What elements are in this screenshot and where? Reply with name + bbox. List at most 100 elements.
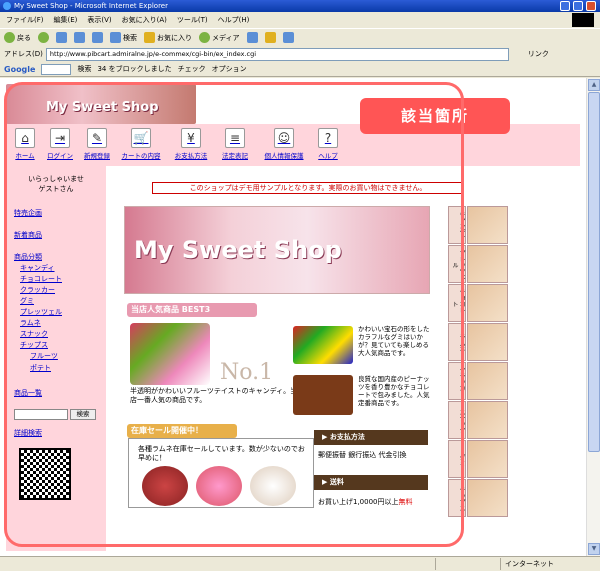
subcategory-fruits[interactable]: フルーツ <box>30 351 58 361</box>
best3-image[interactable] <box>293 375 353 415</box>
scroll-thumb[interactable] <box>588 92 600 452</box>
subcategory-potato[interactable]: ポテト <box>30 363 51 373</box>
category-snack[interactable]: スナック <box>20 329 48 339</box>
privacy-icon: ☺ <box>274 128 294 148</box>
nav-legal[interactable]: ≡ 法定表記 <box>218 128 252 166</box>
menu-help[interactable]: ヘルプ(H) <box>218 15 250 25</box>
side-image-cracker[interactable] <box>467 362 508 400</box>
nav-cart[interactable]: 🛒 カートの内容 <box>118 128 164 166</box>
sidebar-categories-title[interactable]: 商品分類 <box>14 252 42 262</box>
login-icon: ⇥ <box>50 128 70 148</box>
stop-button[interactable] <box>56 32 67 43</box>
sale-heading: 在庫セール開催中！ <box>127 424 237 438</box>
menu-edit[interactable]: 編集(E) <box>54 15 78 25</box>
back-arrow-icon <box>4 32 15 43</box>
vertical-scrollbar[interactable]: ▲ ▼ <box>586 78 600 556</box>
category-gummy[interactable]: グミ <box>20 296 34 306</box>
sidebar-advanced-search[interactable]: 詳細検索 <box>14 428 42 438</box>
free-shipping-label: 無料 <box>398 498 413 506</box>
nav-login[interactable]: ⇥ ログイン <box>44 128 76 166</box>
category-cracker[interactable]: クラッカー <box>20 285 55 295</box>
menu-file[interactable]: ファイル(F) <box>6 15 44 25</box>
home-button[interactable] <box>92 32 103 43</box>
popup-blocked-count[interactable]: 34 をブロックしました <box>97 64 171 74</box>
shop-logo[interactable]: My Sweet Shop <box>46 100 159 115</box>
side-image-ramune[interactable] <box>467 323 508 361</box>
best1-description: 半透明がかわいいフルーツテイストのキャンディ。当店一番人気の商品です。 <box>130 387 298 404</box>
nav-register[interactable]: ✎ 新規登録 <box>80 128 114 166</box>
sidebar-search-input[interactable] <box>14 409 68 420</box>
google-logo[interactable]: Google <box>4 65 35 74</box>
category-ramune[interactable]: ラムネ <box>20 318 41 328</box>
menu-tools[interactable]: ツール(T) <box>177 15 208 25</box>
forward-arrow-icon <box>38 32 49 43</box>
scroll-up-button[interactable]: ▲ <box>588 79 600 91</box>
legal-icon: ≡ <box>225 128 245 148</box>
favorites-button[interactable]: お気に入り <box>144 32 192 43</box>
side-tab-cracker[interactable]: クラッカー <box>448 362 466 400</box>
history-icon <box>246 32 258 43</box>
print-button[interactable] <box>282 32 294 43</box>
side-image-gummy[interactable] <box>467 440 508 478</box>
side-image-pretzel[interactable] <box>467 245 508 283</box>
best2-description: かわいい宝石の形をしたカラフルなグミはいかが？見ていても楽しめる大人気商品です。 <box>358 325 430 357</box>
security-zone: インターネット <box>505 560 554 568</box>
side-tab-chocolate[interactable]: チョコレート <box>448 284 466 322</box>
demo-notice: このショップはデモ用サンプルとなります。実際のお買い物はできません。 <box>152 182 464 194</box>
category-pretzel[interactable]: プレッツェル <box>20 307 62 317</box>
options-button[interactable]: オプション <box>212 64 247 74</box>
side-image-candy[interactable] <box>467 206 508 244</box>
minimize-button[interactable] <box>560 1 570 11</box>
sidebar-new-items[interactable]: 新着商品 <box>14 230 42 240</box>
qr-code <box>19 448 71 500</box>
media-button[interactable]: メディア <box>199 32 240 43</box>
sale-image-1[interactable] <box>142 466 188 506</box>
side-tab-ramune[interactable]: ラムネ <box>448 323 466 361</box>
side-tab-snack[interactable]: スナック <box>448 401 466 439</box>
address-input[interactable]: http://www.pibcart.admiralne.jp/e-commex… <box>45 47 509 61</box>
address-label: アドレス(D) <box>4 50 43 58</box>
menu-bar: ファイル(F) 編集(E) 表示(V) お気に入り(A) ツール(T) ヘルプ(… <box>0 12 600 28</box>
category-chips[interactable]: チップス <box>20 340 48 350</box>
sale-description: 各種ラムネ在庫セールしています。数が少ないのでお早めに！ <box>138 445 305 462</box>
best1-image[interactable] <box>130 323 210 385</box>
nav-privacy[interactable]: ☺ 個人情報保護 <box>258 128 310 166</box>
best2-image[interactable] <box>293 326 353 364</box>
side-tab-gummy[interactable]: グミ <box>448 440 466 478</box>
stop-icon <box>56 32 67 43</box>
maximize-button[interactable] <box>573 1 583 11</box>
search-button[interactable]: 検索 <box>110 32 137 43</box>
guest-greeting: いらっしゃいませ ゲストさん <box>28 175 84 193</box>
scroll-down-button[interactable]: ▼ <box>588 543 600 555</box>
sidebar-special[interactable]: 特売企画 <box>14 208 42 218</box>
nav-payment[interactable]: ¥ お支払方法 <box>170 128 212 166</box>
sale-image-2[interactable] <box>196 466 242 506</box>
nav-home[interactable]: ⌂ ホーム <box>10 128 40 166</box>
refresh-button[interactable] <box>74 32 85 43</box>
menu-view[interactable]: 表示(V) <box>87 15 111 25</box>
back-button[interactable]: 戻る <box>4 32 31 43</box>
side-tab-pretzel[interactable]: プレッツェル <box>448 245 466 283</box>
sidebar-list-all[interactable]: 商品一覧 <box>14 388 42 398</box>
google-search-button[interactable]: 検索 <box>77 64 91 74</box>
google-search-input[interactable] <box>41 63 72 75</box>
menu-favorites[interactable]: お気に入り(A) <box>122 15 167 25</box>
category-chocolate[interactable]: チョコレート <box>20 274 62 284</box>
category-candy[interactable]: キャンディ <box>20 263 55 273</box>
windows-logo-icon <box>572 13 594 27</box>
side-image-snack[interactable] <box>467 401 508 439</box>
side-image-chocolate[interactable] <box>467 284 508 322</box>
side-tab-candy[interactable]: キャンディ <box>448 206 466 244</box>
nav-help[interactable]: ? ヘルプ <box>314 128 342 166</box>
close-button[interactable] <box>586 1 596 11</box>
sidebar-search-button[interactable]: 検索 <box>70 409 96 420</box>
spell-check-button[interactable]: チェック <box>178 64 206 74</box>
side-image-chips[interactable] <box>467 479 508 517</box>
history-button[interactable] <box>246 32 258 43</box>
sale-image-3[interactable] <box>250 466 296 506</box>
window-title: My Sweet Shop - Microsoft Internet Explo… <box>14 2 168 10</box>
links-button[interactable]: リンク <box>528 49 549 59</box>
side-tab-chips[interactable]: チップス <box>448 479 466 517</box>
mail-button[interactable] <box>264 32 276 43</box>
forward-button[interactable] <box>38 32 49 43</box>
